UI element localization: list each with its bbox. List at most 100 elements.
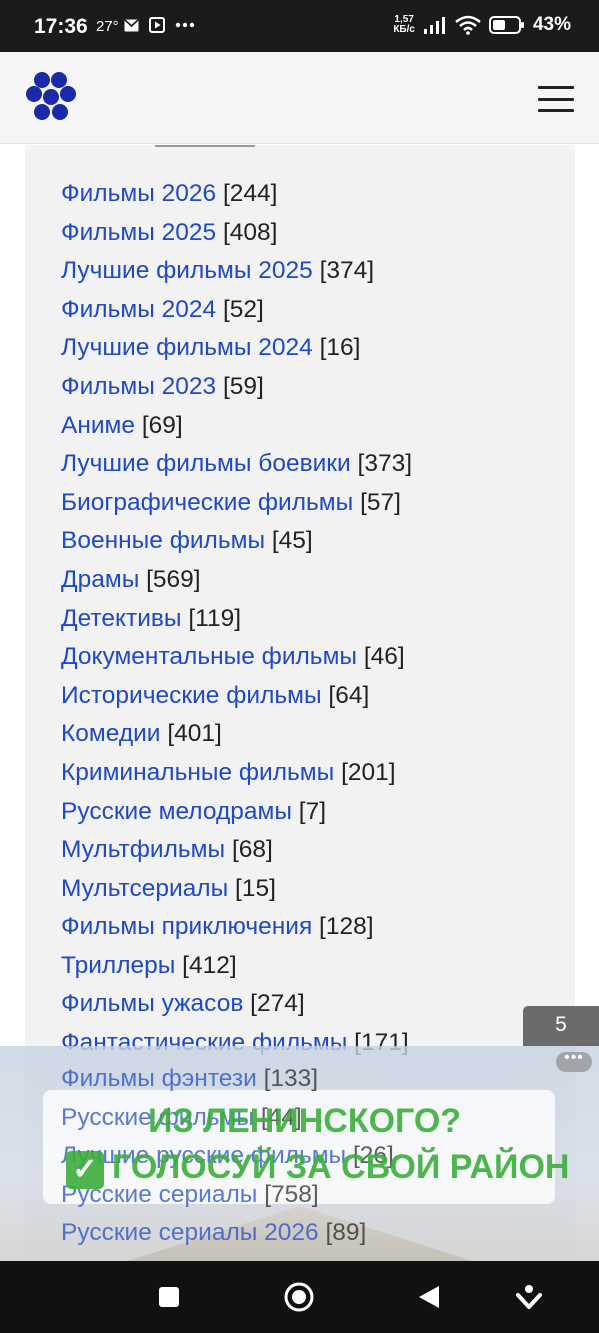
network-speed-unit: КБ/с — [393, 24, 415, 35]
hamburger-menu-icon[interactable] — [538, 86, 574, 112]
category-count: [401] — [167, 720, 222, 748]
category-list-item: Мультсериалы [15] — [61, 870, 412, 909]
page-number-badge[interactable]: 5 — [523, 1006, 599, 1046]
home-icon[interactable] — [281, 1279, 317, 1315]
mail-icon — [124, 18, 139, 31]
category-link[interactable]: Аниме — [61, 412, 135, 439]
category-count: [274] — [250, 990, 305, 1018]
category-list-item: Биографические фильмы [57] — [61, 484, 412, 523]
category-list-item: Мультфильмы [68] — [61, 831, 412, 870]
category-count: [68] — [231, 836, 273, 864]
category-link[interactable]: Фильмы 2025 — [61, 219, 216, 246]
clipped-previous-item — [155, 145, 255, 147]
category-count: [569] — [146, 565, 201, 593]
category-count: [45] — [271, 527, 313, 555]
category-count: [89] — [325, 1219, 367, 1247]
category-count: [59] — [222, 372, 264, 400]
category-list-item: Лучшие фильмы боевики [373] — [61, 445, 412, 484]
category-list-item: Фильмы фэнтези [133] — [61, 1060, 394, 1099]
category-list-item: Русские сериалы 2026 [89] — [61, 1214, 394, 1253]
recent-apps-icon[interactable] — [151, 1279, 187, 1315]
category-count: [16] — [319, 334, 361, 362]
category-list-item: Триллеры [412] — [61, 947, 412, 986]
category-count: [52] — [222, 295, 264, 323]
category-count: [46] — [363, 643, 405, 671]
category-count: [119] — [188, 604, 242, 632]
category-count: [412] — [182, 951, 237, 979]
category-list: Фильмы 2026 [244] Фильмы 2025 [408] Лучшие… — [61, 175, 412, 1063]
category-list-item: Комедии [401] — [61, 715, 412, 754]
category-link[interactable]: Фильмы фэнтези — [61, 1065, 257, 1092]
category-list-item: Фильмы ужасов [274] — [61, 985, 412, 1024]
ad-headline: ИЗ ЛЕНИНСКОГО? — [148, 1102, 462, 1140]
category-link[interactable]: Лучшие фильмы 2025 — [61, 257, 313, 284]
status-temperature: 27° — [96, 18, 119, 35]
category-count: [408] — [222, 218, 278, 246]
category-link[interactable]: Драмы — [61, 566, 139, 593]
status-bar: 17:36 27° 1,57 КБ/с 43% — [0, 0, 599, 52]
category-link[interactable]: Детективы — [61, 605, 182, 632]
category-link[interactable]: Триллеры — [61, 952, 175, 979]
hide-nav-chevron-icon[interactable] — [511, 1279, 547, 1315]
ad-banner[interactable]: Фильмы фэнтези [133] Русские фильмы [44] Л… — [0, 1046, 599, 1261]
category-list-item: Документальные фильмы [46] — [61, 638, 412, 677]
category-list-item: Фильмы 2026 [244] — [61, 175, 412, 214]
category-list-item: Фильмы 2024 [52] — [61, 291, 412, 330]
category-link[interactable]: Фильмы 2026 — [61, 180, 216, 207]
category-list-item: Фильмы приключения [128] — [61, 908, 412, 947]
category-list-item: Аниме [69] — [61, 407, 412, 446]
category-link[interactable]: Биографические фильмы — [61, 489, 353, 516]
notification-icons — [124, 17, 195, 33]
category-link[interactable]: Лучшие фильмы боевики — [61, 450, 351, 477]
flower-logo-icon[interactable] — [24, 70, 80, 131]
category-link[interactable]: Документальные фильмы — [61, 643, 357, 670]
category-link[interactable]: Русские мелодрамы — [61, 798, 292, 825]
category-list-item: Фильмы 2023 [59] — [61, 368, 412, 407]
ad-subheadline: ГОЛОСУЙ ЗА СВОЙ РАЙОН — [112, 1148, 570, 1186]
more-notifications-icon — [175, 22, 195, 28]
system-nav-bar — [0, 1261, 599, 1333]
site-header — [0, 52, 599, 144]
back-icon[interactable] — [411, 1279, 447, 1315]
ad-more-button[interactable]: ••• — [556, 1050, 592, 1072]
network-speed: 1,57 КБ/с — [393, 15, 415, 35]
category-count: [15] — [235, 874, 276, 902]
category-link[interactable]: Военные фильмы — [61, 527, 265, 554]
category-count: [64] — [328, 681, 370, 709]
category-link[interactable]: Лучшие фильмы 2024 — [61, 334, 313, 361]
category-link[interactable]: Криминальные фильмы — [61, 759, 334, 786]
category-count: [128] — [319, 913, 374, 941]
hamburger-line — [538, 86, 574, 89]
category-list-item: Исторические фильмы [64] — [61, 677, 412, 716]
category-count: [133] — [263, 1065, 319, 1092]
category-link[interactable]: Исторические фильмы — [61, 682, 322, 709]
category-list-item: Военные фильмы [45] — [61, 522, 412, 561]
category-count: [7] — [298, 797, 327, 825]
video-icon — [149, 17, 165, 33]
category-list-item: Лучшие фильмы 2025 [374] — [61, 252, 412, 291]
category-link[interactable]: Комедии — [61, 720, 161, 747]
category-link[interactable]: Фильмы 2024 — [61, 296, 216, 323]
category-count: [244] — [222, 180, 278, 207]
category-count: [201] — [341, 758, 396, 786]
category-count: [57] — [360, 488, 401, 516]
category-count: [374] — [319, 257, 375, 285]
category-list-item: Детективы [119] — [61, 600, 412, 639]
category-list-item: Лучшие фильмы 2024 [16] — [61, 329, 412, 368]
status-time: 17:36 — [34, 15, 88, 38]
category-link[interactable]: Мультфильмы — [61, 836, 225, 863]
category-link[interactable]: Фильмы приключения — [61, 913, 312, 940]
checkmark-icon: ✓ — [66, 1151, 104, 1189]
category-list-item: Фильмы 2025 [408] — [61, 214, 412, 253]
category-list-item: Криминальные фильмы [201] — [61, 754, 412, 793]
category-count: [373] — [357, 450, 413, 478]
battery-percent: 43% — [532, 14, 571, 35]
category-count: [69] — [141, 411, 183, 439]
category-link[interactable]: Фильмы ужасов — [61, 990, 243, 1017]
signal-icon — [423, 17, 445, 34]
status-right: 1,57 КБ/с 43% — [393, 14, 571, 36]
category-link[interactable]: Мультсериалы — [61, 875, 228, 902]
category-link[interactable]: Фильмы 2023 — [61, 373, 216, 400]
category-link[interactable]: Русские сериалы 2026 — [61, 1219, 319, 1246]
battery-icon — [488, 16, 524, 34]
